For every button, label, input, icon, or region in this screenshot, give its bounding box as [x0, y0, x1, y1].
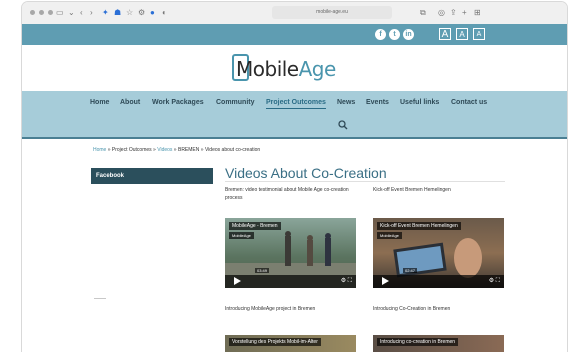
video-timestamp: 02:47: [403, 268, 418, 273]
chevron-down-icon[interactable]: ⌄: [68, 6, 75, 20]
nav-item-home[interactable]: Home: [90, 99, 109, 106]
breadcrumb: Home » Project Outcomes » Videos » BREME…: [93, 147, 260, 153]
sidebar-toggle-icon[interactable]: ▭: [56, 6, 64, 20]
video-caption: Kick-off Event Bremen Hemelingen: [373, 187, 451, 193]
nav-item-project-outcomes[interactable]: Project Outcomes: [266, 99, 326, 109]
url-text: mobile-age.eu: [316, 9, 348, 15]
breadcrumb-videos[interactable]: Videos: [157, 147, 172, 153]
forward-icon[interactable]: ›: [90, 6, 93, 20]
nav-item-work-packages[interactable]: Work Packages: [152, 99, 204, 106]
new-tab-icon[interactable]: +: [462, 6, 467, 20]
video-title: MobileAge - Bremen: [229, 222, 281, 230]
twitter-icon[interactable]: t: [389, 29, 400, 40]
address-bar[interactable]: mobile-age.eu: [272, 6, 392, 19]
logo-text-age: Age: [298, 57, 337, 81]
video-title: Vorstellung des Projekts Mobil-im-Alter: [229, 338, 321, 346]
font-size-small-button[interactable]: A: [473, 28, 485, 40]
facebook-widget-header[interactable]: Facebook: [91, 168, 213, 184]
site-top-bar: f t in A A A: [22, 24, 567, 45]
browser-window: ▭ ⌄ ‹ › ✦ ☗ ☆ ⚙ ● ◐ mobile-age.eu ⧉ ◎ ⇪ …: [22, 2, 567, 352]
font-size-large-button[interactable]: A: [439, 28, 451, 40]
video-caption: Introducing MobileAge project in Bremen: [225, 306, 316, 312]
back-icon[interactable]: ‹: [80, 6, 83, 20]
nav-item-about[interactable]: About: [120, 99, 140, 106]
minimize-dot[interactable]: [39, 10, 44, 15]
video-player[interactable]: Vorstellung des Projekts Mobil-im-Alter: [225, 335, 356, 352]
extension-icon[interactable]: ☗: [114, 6, 121, 20]
breadcrumb-current: Videos about co-creation: [204, 147, 261, 153]
zoom-dot[interactable]: [48, 10, 53, 15]
breadcrumb-bremen[interactable]: BREMEN: [178, 147, 199, 153]
video-title: Introducing co-creation in Bremen: [377, 338, 459, 346]
translate-icon[interactable]: ⧉: [420, 6, 426, 20]
privacy-icon[interactable]: ◐: [162, 6, 167, 20]
play-icon[interactable]: [234, 277, 241, 285]
nav-item-contact-us[interactable]: Contact us: [451, 99, 487, 106]
video-title: Kick-off Event Bremen Hemelingen: [377, 222, 461, 230]
browser-toolbar: ▭ ⌄ ‹ › ✦ ☗ ☆ ⚙ ● ◐ mobile-age.eu ⧉ ◎ ⇪ …: [22, 2, 567, 25]
video-player[interactable]: MobileAge - Bremen MobileAge 03:49 ⚙ ⛶: [225, 218, 356, 288]
video-caption: Introducing Co-Creation in Bremen: [373, 306, 451, 312]
video-controls: ⚙ ⛶: [373, 275, 504, 288]
video-player[interactable]: Introducing co-creation in Bremen: [373, 335, 504, 352]
video-channel: MobileAge: [377, 232, 402, 239]
video-player[interactable]: Kick-off Event Bremen Hemelingen MobileA…: [373, 218, 504, 288]
video-timestamp: 03:49: [255, 268, 270, 273]
video-controls: ⚙ ⛶: [225, 275, 356, 288]
linkedin-icon[interactable]: in: [403, 29, 414, 40]
breadcrumb-home[interactable]: Home: [93, 147, 106, 153]
share-icon[interactable]: ⇪: [450, 6, 457, 20]
settings-icon[interactable]: ⚙: [138, 6, 145, 20]
tab-overview-icon[interactable]: ⊞: [474, 6, 481, 20]
play-icon[interactable]: [382, 277, 389, 285]
title-divider: [225, 181, 505, 182]
nav-item-community[interactable]: Community: [216, 99, 255, 106]
info-icon[interactable]: ●: [150, 6, 155, 20]
nav-item-news[interactable]: News: [337, 99, 355, 106]
close-dot[interactable]: [30, 10, 35, 15]
logo-text-mobile: Mobile: [236, 57, 299, 81]
facebook-icon[interactable]: f: [375, 29, 386, 40]
divider: [94, 298, 106, 299]
search-icon[interactable]: [338, 120, 348, 130]
window-controls[interactable]: [30, 10, 53, 15]
font-size-medium-button[interactable]: A: [456, 28, 468, 40]
video-settings-icon[interactable]: ⚙ ⛶: [341, 277, 352, 285]
reader-icon[interactable]: ◎: [438, 6, 445, 20]
video-channel: MobileAge: [229, 232, 254, 239]
site-logo[interactable]: MobileAge: [232, 57, 336, 81]
video-settings-icon[interactable]: ⚙ ⛶: [489, 277, 500, 285]
star-icon[interactable]: ☆: [126, 6, 133, 20]
nav-item-events[interactable]: Events: [366, 99, 389, 106]
breadcrumb-project-outcomes[interactable]: Project Outcomes: [112, 147, 152, 153]
main-navigation: Home About Work Packages Community Proje…: [22, 91, 567, 139]
page-title: Videos About Co-Creation: [225, 165, 387, 181]
video-caption: Bremen: video testimonial about Mobile A…: [225, 187, 349, 201]
pin-icon[interactable]: ✦: [102, 6, 109, 20]
nav-item-useful-links[interactable]: Useful links: [400, 99, 439, 106]
